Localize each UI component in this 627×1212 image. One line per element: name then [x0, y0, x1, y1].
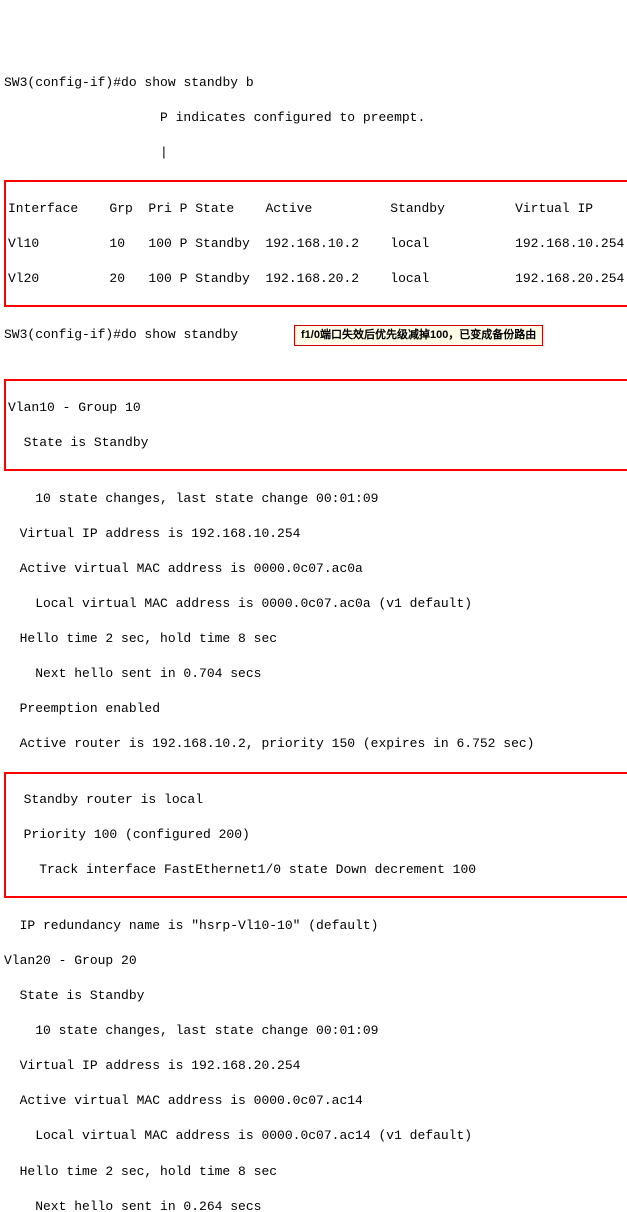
output-line: Virtual IP address is 192.168.20.254	[4, 1057, 627, 1075]
table-row: Vl20 20 100 P Standby 192.168.20.2 local…	[8, 270, 627, 288]
group-header: Vlan10 - Group 10	[8, 399, 627, 417]
cmd-text: do show standby b	[121, 75, 254, 90]
group-header: Vlan20 - Group 20	[4, 952, 627, 970]
output-line: Preemption enabled	[4, 700, 627, 718]
output-line: Priority 100 (configured 200)	[8, 826, 627, 844]
state-box-v10: Vlan10 - Group 10 State is Standby	[4, 379, 627, 471]
state-line: State is Standby	[8, 434, 627, 452]
cmd-text: do show standby	[121, 327, 238, 342]
output-line: 10 state changes, last state change 00:0…	[4, 1022, 627, 1040]
table-header: Interface Grp Pri P State Active Standby…	[8, 200, 627, 218]
output-line: Hello time 2 sec, hold time 8 sec	[4, 630, 627, 648]
cmd-line-2: SW3(config-if)#do show standby f1/0端口失效后…	[4, 326, 627, 361]
output-line: Virtual IP address is 192.168.10.254	[4, 525, 627, 543]
prompt: SW3(config-if)#	[4, 327, 121, 342]
output-line: 10 state changes, last state change 00:0…	[4, 490, 627, 508]
indicator-line: P indicates configured to preempt.	[4, 109, 627, 127]
output-line: IP redundancy name is "hsrp-Vl10-10" (de…	[4, 917, 627, 935]
priority-track-box-v10: Standby router is local Priority 100 (co…	[4, 772, 627, 899]
output-line: Active virtual MAC address is 0000.0c07.…	[4, 1092, 627, 1110]
output-line: Next hello sent in 0.264 secs	[4, 1198, 627, 1212]
table-row: Vl10 10 100 P Standby 192.168.10.2 local…	[8, 235, 627, 253]
output-line: Local virtual MAC address is 0000.0c07.a…	[4, 1127, 627, 1145]
prompt: SW3(config-if)#	[4, 75, 121, 90]
pipe-line: |	[4, 144, 627, 162]
output-line: Active virtual MAC address is 0000.0c07.…	[4, 560, 627, 578]
output-line: Standby router is local	[8, 791, 627, 809]
output-line: Hello time 2 sec, hold time 8 sec	[4, 1163, 627, 1181]
state-line: State is Standby	[4, 987, 627, 1005]
cmd-line-1: SW3(config-if)#do show standby b	[4, 74, 627, 92]
output-line: Local virtual MAC address is 0000.0c07.a…	[4, 595, 627, 613]
output-line: Next hello sent in 0.704 secs	[4, 665, 627, 683]
output-line: Active router is 192.168.10.2, priority …	[4, 735, 627, 753]
annotation-box: f1/0端口失效后优先级减掉100，已变成备份路由	[294, 325, 543, 346]
standby-brief-table-box: Interface Grp Pri P State Active Standby…	[4, 180, 627, 307]
output-line: Track interface FastEthernet1/0 state Do…	[8, 861, 627, 879]
